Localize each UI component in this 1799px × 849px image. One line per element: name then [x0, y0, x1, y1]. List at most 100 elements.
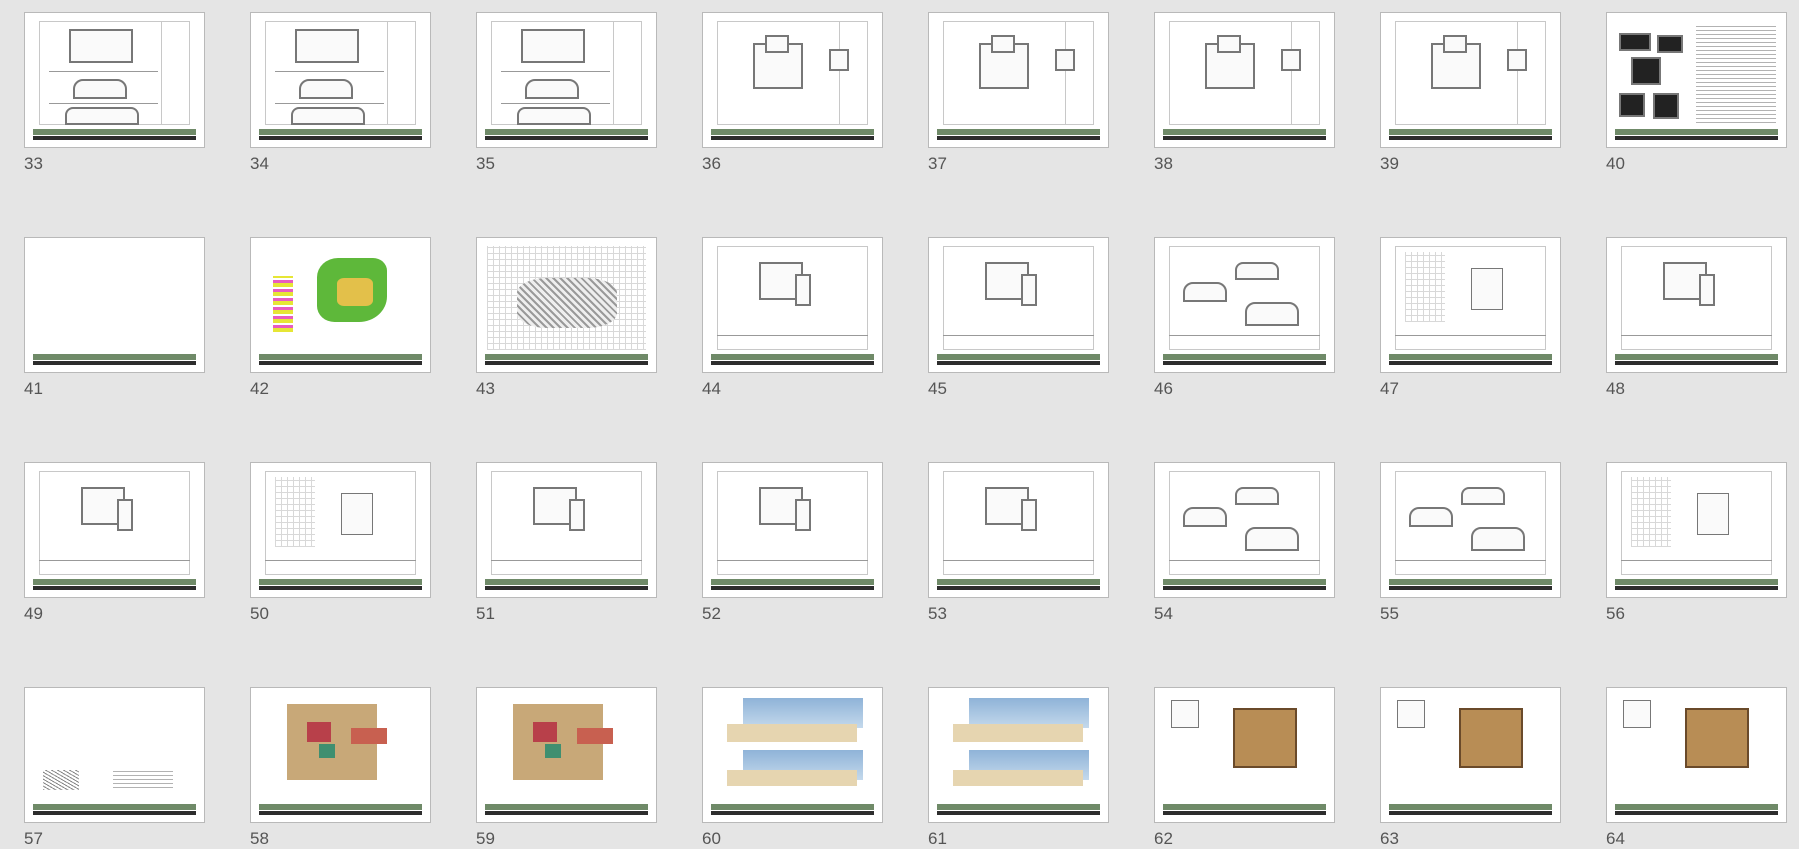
slide-footer-dark [1163, 136, 1326, 140]
slide-footer-green [1163, 804, 1326, 810]
slide-number: 39 [1380, 154, 1399, 173]
slide-number: 48 [1606, 379, 1625, 398]
slide-thumbnail[interactable] [1154, 462, 1335, 598]
slide-cell[interactable]: 64 [1606, 687, 1787, 849]
slide-thumbnail[interactable] [702, 12, 883, 148]
slide-footer-dark [1615, 811, 1778, 815]
slide-cell[interactable]: 35 [476, 12, 657, 174]
slide-cell[interactable]: 59 [476, 687, 657, 849]
slide-cell[interactable]: 36 [702, 12, 883, 174]
title-block [39, 560, 190, 575]
slide-cell[interactable]: 38 [1154, 12, 1335, 174]
slide-thumbnail[interactable] [250, 237, 431, 373]
slide-cell[interactable]: 41 [24, 237, 205, 399]
slide-footer-green [937, 579, 1100, 585]
slide-thumbnail[interactable] [1380, 687, 1561, 823]
slide-cell[interactable]: 51 [476, 462, 657, 624]
sketch-illustration [43, 770, 79, 790]
title-block [613, 21, 642, 125]
slide-thumbnail[interactable] [1606, 12, 1787, 148]
slide-thumbnail[interactable] [702, 687, 883, 823]
slide-thumbnail[interactable] [928, 12, 1109, 148]
slide-thumbnail[interactable] [250, 12, 431, 148]
slide-cell[interactable]: 39 [1380, 12, 1561, 174]
section-drawing [525, 79, 579, 99]
slide-thumbnail[interactable] [1606, 462, 1787, 598]
slide-thumbnail[interactable] [476, 237, 657, 373]
title-block [717, 335, 868, 350]
slide-thumbnail[interactable] [1380, 462, 1561, 598]
slide-thumbnail[interactable] [476, 687, 657, 823]
plan-thumbnail [1619, 33, 1651, 51]
slide-footer-dark [1389, 586, 1552, 590]
slide-number: 38 [1154, 154, 1173, 173]
slide-cell[interactable]: 53 [928, 462, 1109, 624]
slide-thumbnail[interactable] [1380, 237, 1561, 373]
slide-cell[interactable]: 52 [702, 462, 883, 624]
slide-thumbnail[interactable] [928, 687, 1109, 823]
title-block [1395, 560, 1546, 575]
slide-thumbnail[interactable] [1154, 687, 1335, 823]
slide-footer-green [485, 129, 648, 135]
slide-thumbnail[interactable] [1606, 687, 1787, 823]
slide-cell[interactable]: 61 [928, 687, 1109, 849]
slide-cell[interactable]: 37 [928, 12, 1109, 174]
slide-cell[interactable]: 62 [1154, 687, 1335, 849]
slide-cell[interactable]: 60 [702, 687, 883, 849]
slide-cell[interactable]: 33 [24, 12, 205, 174]
slide-cell[interactable]: 42 [250, 237, 431, 399]
detail-drawing [1405, 252, 1445, 322]
slide-cell[interactable]: 50 [250, 462, 431, 624]
slide-thumbnail[interactable] [24, 12, 205, 148]
slide-thumbnail[interactable] [476, 12, 657, 148]
slide-cell[interactable]: 47 [1380, 237, 1561, 399]
slide-number: 34 [250, 154, 269, 173]
floor-plan-drawing [295, 29, 359, 63]
slide-footer-dark [1615, 136, 1778, 140]
slide-cell[interactable]: 40 [1606, 12, 1787, 174]
slide-footer-dark [937, 811, 1100, 815]
slide-cell[interactable]: 43 [476, 237, 657, 399]
slide-cell[interactable]: 46 [1154, 237, 1335, 399]
detail-drawing [1631, 477, 1671, 547]
slide-cell[interactable]: 54 [1154, 462, 1335, 624]
slide-thumbnail[interactable] [928, 462, 1109, 598]
key-plan [1623, 700, 1651, 728]
legend [273, 276, 293, 332]
title-block [1169, 560, 1320, 575]
section-line [501, 103, 610, 104]
slide-footer-green [1389, 129, 1552, 135]
slide-cell[interactable]: 45 [928, 237, 1109, 399]
slide-number: 55 [1380, 604, 1399, 623]
slide-cell[interactable]: 56 [1606, 462, 1787, 624]
slide-cell[interactable]: 57 [24, 687, 205, 849]
slide-cell[interactable]: 63 [1380, 687, 1561, 849]
slide-thumbnail[interactable] [1606, 237, 1787, 373]
slide-thumbnail[interactable] [24, 687, 205, 823]
slide-thumbnail[interactable] [702, 237, 883, 373]
slide-cell[interactable]: 49 [24, 462, 205, 624]
slide-number: 43 [476, 379, 495, 398]
slide-thumbnail[interactable] [24, 462, 205, 598]
slide-thumbnail[interactable] [250, 462, 431, 598]
slide-thumbnail[interactable] [1154, 12, 1335, 148]
room-drawing [117, 499, 133, 531]
title-block [943, 560, 1094, 575]
room-drawing [1021, 499, 1037, 531]
slide-cell[interactable]: 34 [250, 12, 431, 174]
slide-thumbnail[interactable] [928, 237, 1109, 373]
slide-thumbnail[interactable] [1154, 237, 1335, 373]
slide-cell[interactable]: 48 [1606, 237, 1787, 399]
slide-thumbnail[interactable] [24, 237, 205, 373]
slide-footer-green [711, 354, 874, 360]
slide-cell[interactable]: 44 [702, 237, 883, 399]
slide-thumbnail[interactable] [476, 462, 657, 598]
slide-cell[interactable]: 55 [1380, 462, 1561, 624]
slide-thumbnail[interactable] [1380, 12, 1561, 148]
slide-footer-green [485, 579, 648, 585]
section-drawing [1245, 527, 1299, 551]
slide-thumbnail[interactable] [702, 462, 883, 598]
slide-thumbnail[interactable] [250, 687, 431, 823]
slide-footer-green [33, 579, 196, 585]
slide-cell[interactable]: 58 [250, 687, 431, 849]
